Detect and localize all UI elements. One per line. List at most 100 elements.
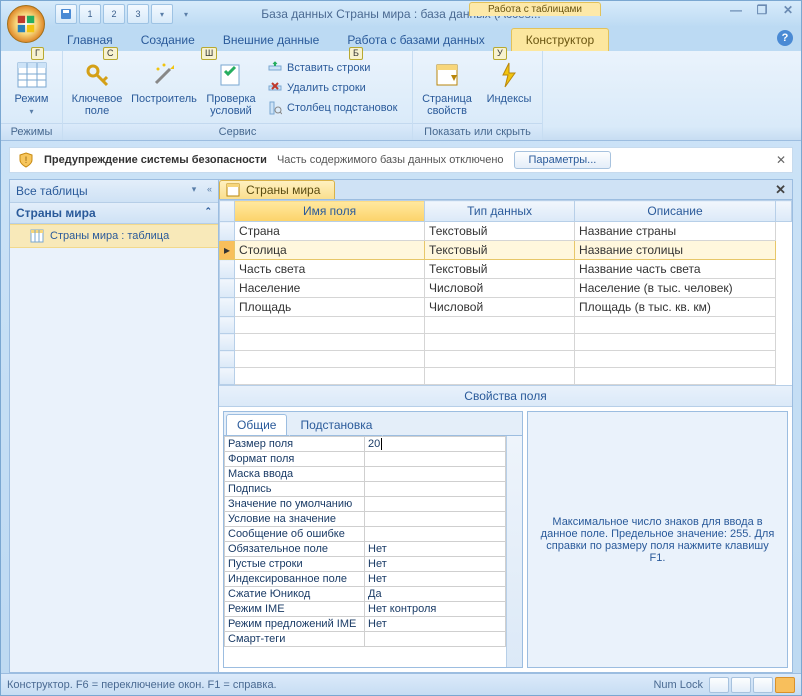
- tab-external[interactable]: Внешние данные: [209, 29, 334, 51]
- cell-datatype[interactable]: Числовой: [425, 298, 575, 317]
- col-datatype[interactable]: Тип данных: [425, 201, 575, 222]
- prop-value[interactable]: Нет: [365, 557, 506, 572]
- row-selector[interactable]: [220, 222, 235, 241]
- row-selector[interactable]: [220, 351, 235, 368]
- field-grid[interactable]: Имя поля Тип данных Описание СтранаТекст…: [219, 200, 792, 385]
- cell-fieldname[interactable]: Часть света: [235, 260, 425, 279]
- prop-value[interactable]: Нет: [365, 542, 506, 557]
- property-row[interactable]: Формат поля: [225, 452, 506, 467]
- restore-button[interactable]: ❐: [753, 3, 771, 19]
- cell-datatype[interactable]: Числовой: [425, 279, 575, 298]
- qat-customize-icon[interactable]: ▾: [151, 4, 173, 24]
- proptab-lookup[interactable]: Подстановка: [289, 414, 383, 436]
- prop-value[interactable]: [365, 482, 506, 497]
- view-pivotchart-button[interactable]: [753, 677, 773, 693]
- table-row[interactable]: [220, 368, 792, 385]
- prop-value[interactable]: 20: [365, 437, 506, 452]
- nav-item-table[interactable]: Страны мира : таблица: [10, 224, 218, 248]
- prop-value[interactable]: Нет: [365, 617, 506, 632]
- cell-description[interactable]: Площадь (в тыс. кв. км): [575, 298, 776, 317]
- cell-description[interactable]: Название страны: [575, 222, 776, 241]
- delete-rows-button[interactable]: Удалить строки: [265, 79, 399, 97]
- security-close-icon[interactable]: ✕: [776, 153, 786, 167]
- nav-header[interactable]: Все таблицы ▾ «: [10, 180, 218, 203]
- lookup-column-button[interactable]: Столбец подстановок: [265, 99, 399, 117]
- col-description[interactable]: Описание: [575, 201, 776, 222]
- document-close-icon[interactable]: ✕: [769, 182, 792, 198]
- grid-scrollbar[interactable]: [776, 201, 792, 222]
- property-row[interactable]: Сообщение об ошибке: [225, 527, 506, 542]
- qat-save-icon[interactable]: [55, 4, 77, 24]
- cell-fieldname[interactable]: [235, 334, 425, 351]
- prop-value[interactable]: [365, 497, 506, 512]
- qat-undo-3[interactable]: 3: [127, 4, 149, 24]
- cell-description[interactable]: Население (в тыс. человек): [575, 279, 776, 298]
- cell-datatype[interactable]: [425, 368, 575, 385]
- property-row[interactable]: Индексированное полеНет: [225, 572, 506, 587]
- tab-design[interactable]: Конструктор: [511, 28, 609, 51]
- office-button[interactable]: [7, 5, 45, 43]
- cell-description[interactable]: [575, 351, 776, 368]
- property-row[interactable]: Условие на значение: [225, 512, 506, 527]
- cell-description[interactable]: Название часть света: [575, 260, 776, 279]
- row-selector[interactable]: [220, 260, 235, 279]
- prop-value[interactable]: Нет: [365, 572, 506, 587]
- primary-key-button[interactable]: Ключевое поле: [67, 55, 127, 117]
- cell-description[interactable]: [575, 334, 776, 351]
- property-row[interactable]: Режим IMEНет контроля: [225, 602, 506, 617]
- security-options-button[interactable]: Параметры...: [514, 151, 612, 169]
- prop-value[interactable]: [365, 632, 506, 647]
- property-scrollbar[interactable]: [506, 436, 522, 667]
- collapse-icon[interactable]: «: [207, 184, 212, 198]
- cell-description[interactable]: Название столицы: [575, 241, 776, 260]
- table-row[interactable]: ПлощадьЧисловойПлощадь (в тыс. кв. км): [220, 298, 792, 317]
- table-row[interactable]: [220, 334, 792, 351]
- nav-group[interactable]: Страны мира ⌃: [10, 203, 218, 224]
- prop-value[interactable]: [365, 452, 506, 467]
- help-icon[interactable]: ?: [777, 30, 793, 46]
- cell-datatype[interactable]: Текстовый: [425, 241, 575, 260]
- view-pivottable-button[interactable]: [731, 677, 751, 693]
- property-row[interactable]: Обязательное полеНет: [225, 542, 506, 557]
- cell-fieldname[interactable]: Площадь: [235, 298, 425, 317]
- table-row[interactable]: СтранаТекстовыйНазвание страны: [220, 222, 792, 241]
- property-row[interactable]: Значение по умолчанию: [225, 497, 506, 512]
- cell-fieldname[interactable]: [235, 351, 425, 368]
- prop-value[interactable]: Нет контроля: [365, 602, 506, 617]
- insert-rows-button[interactable]: Вставить строки: [265, 59, 399, 77]
- minimize-button[interactable]: —: [727, 3, 745, 19]
- property-row[interactable]: Размер поля20: [225, 437, 506, 452]
- row-selector[interactable]: [220, 368, 235, 385]
- row-selector[interactable]: [220, 317, 235, 334]
- cell-description[interactable]: [575, 368, 776, 385]
- prop-value[interactable]: [365, 512, 506, 527]
- table-row[interactable]: [220, 317, 792, 334]
- tab-create[interactable]: Создание: [127, 29, 209, 51]
- prop-value[interactable]: [365, 467, 506, 482]
- table-row[interactable]: Часть светаТекстовыйНазвание часть света: [220, 260, 792, 279]
- cell-fieldname[interactable]: [235, 368, 425, 385]
- proptab-general[interactable]: Общие: [226, 414, 287, 435]
- document-tab[interactable]: Страны мира: [219, 180, 335, 199]
- validation-button[interactable]: Проверка условий: [201, 55, 261, 117]
- prop-value[interactable]: Да: [365, 587, 506, 602]
- qat-undo-2[interactable]: 2: [103, 4, 125, 24]
- indexes-button[interactable]: Индексы: [481, 55, 537, 105]
- cell-datatype[interactable]: [425, 351, 575, 368]
- builder-button[interactable]: Построитель: [131, 55, 197, 105]
- cell-datatype[interactable]: Текстовый: [425, 260, 575, 279]
- row-selector[interactable]: ▸: [220, 241, 235, 260]
- table-row[interactable]: НаселениеЧисловойНаселение (в тыс. челов…: [220, 279, 792, 298]
- cell-description[interactable]: [575, 317, 776, 334]
- cell-fieldname[interactable]: Столица: [235, 241, 425, 260]
- table-row[interactable]: ▸СтолицаТекстовыйНазвание столицы: [220, 241, 792, 260]
- cell-datatype[interactable]: [425, 317, 575, 334]
- cell-fieldname[interactable]: Население: [235, 279, 425, 298]
- cell-datatype[interactable]: [425, 334, 575, 351]
- col-fieldname[interactable]: Имя поля: [235, 201, 425, 222]
- cell-fieldname[interactable]: Страна: [235, 222, 425, 241]
- property-row[interactable]: Режим предложений IMEНет: [225, 617, 506, 632]
- property-grid[interactable]: Размер поля20Формат поляМаска вводаПодпи…: [224, 436, 506, 667]
- row-selector[interactable]: [220, 298, 235, 317]
- qat-undo-1[interactable]: 1: [79, 4, 101, 24]
